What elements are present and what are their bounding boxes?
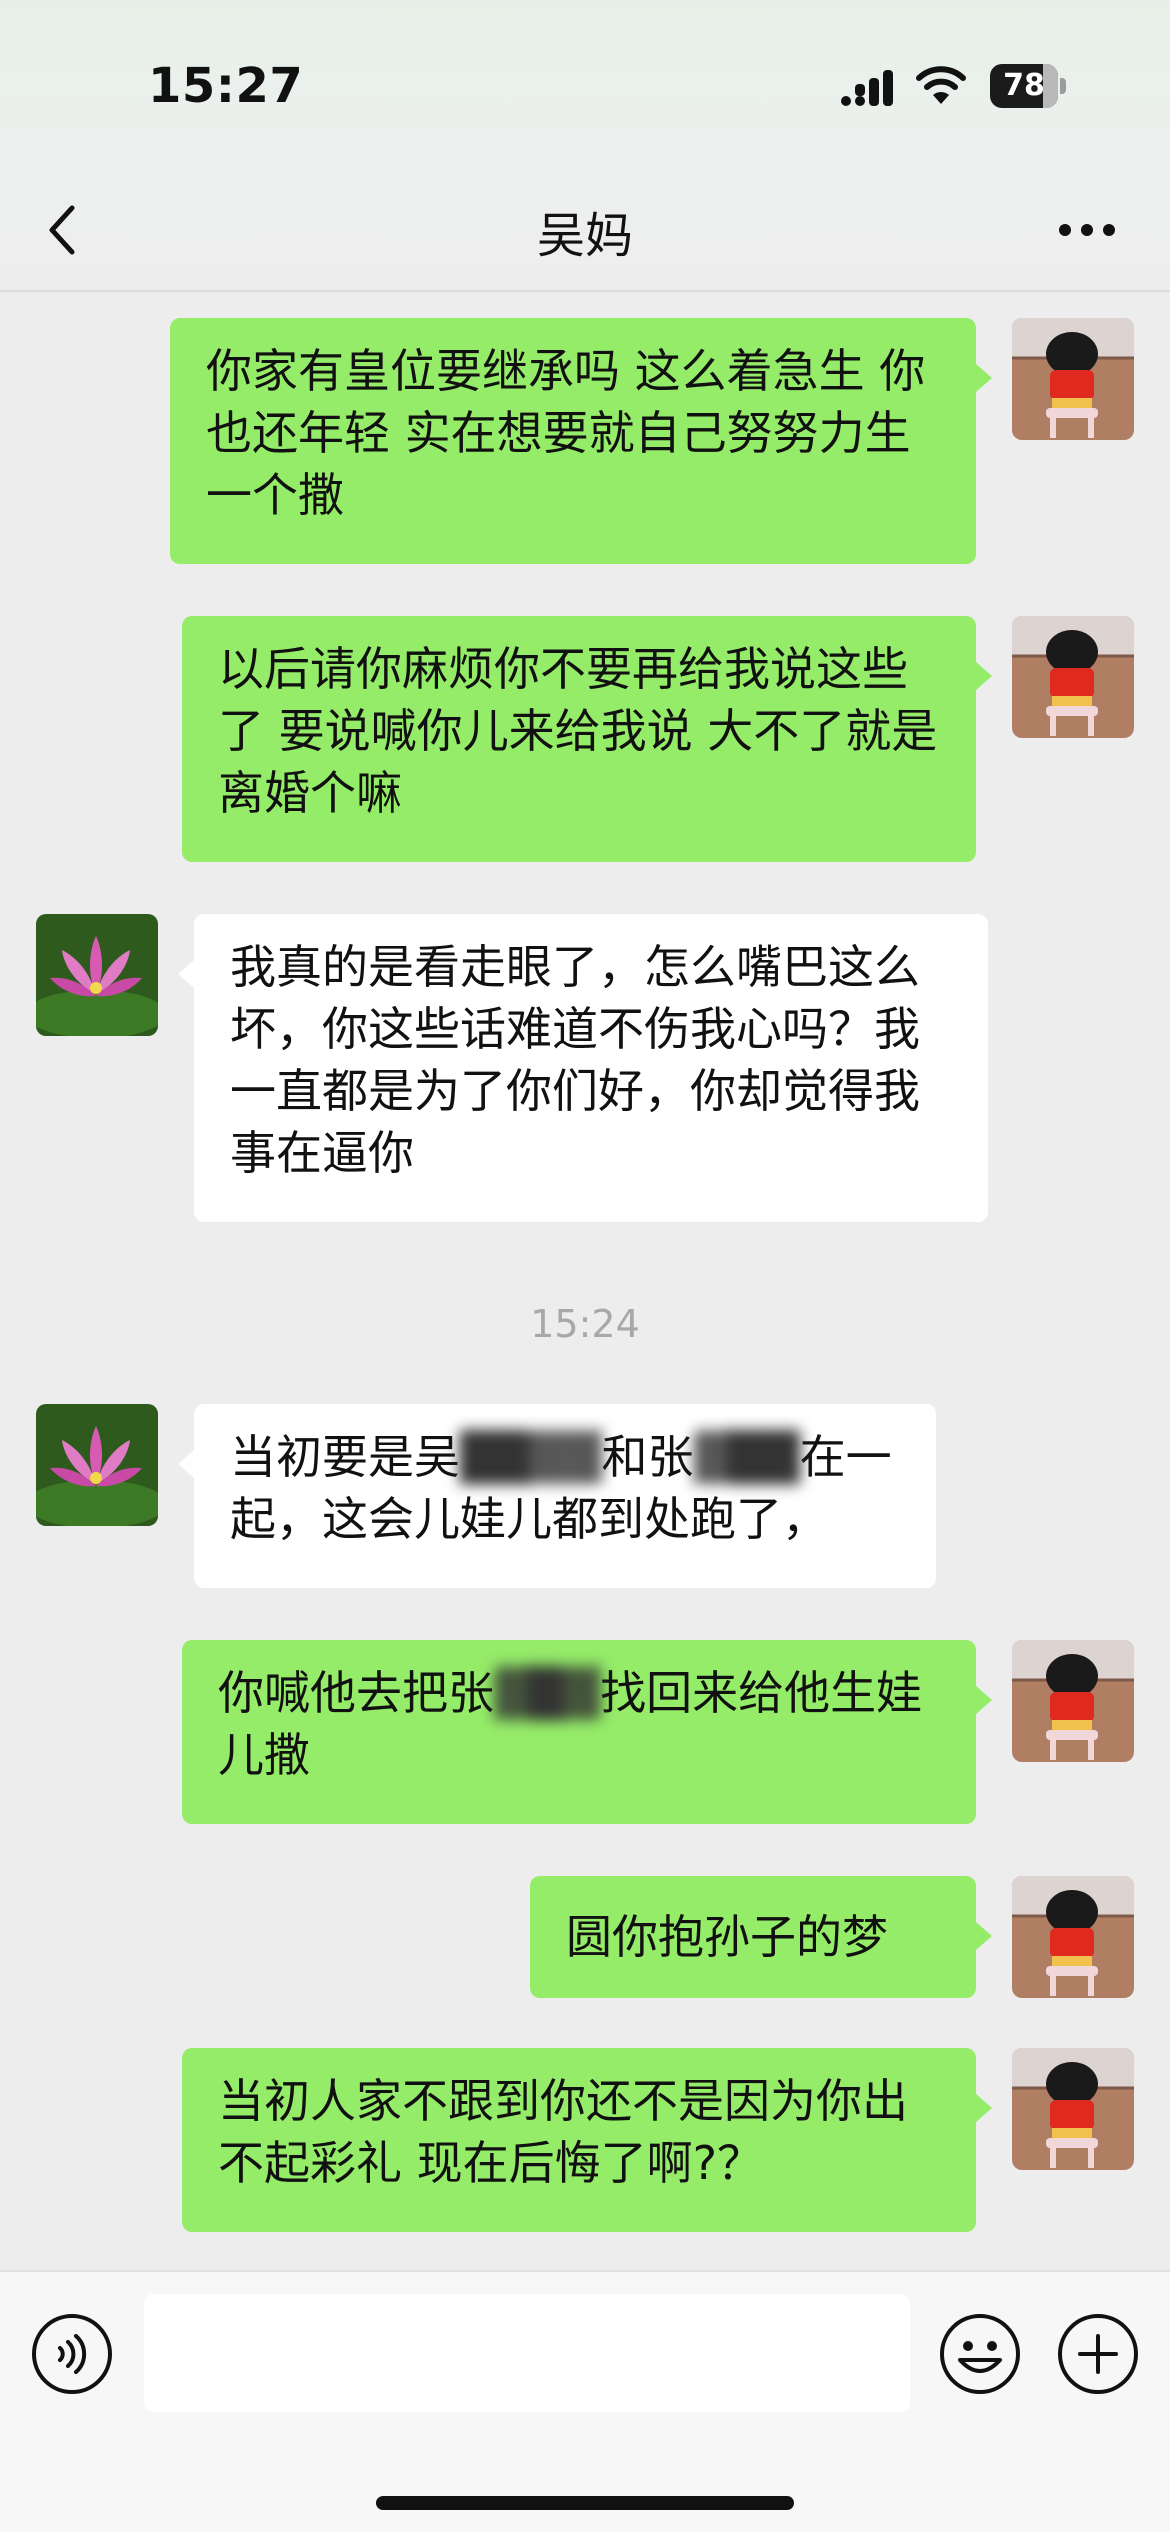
message-text-part: 当初要是吴 xyxy=(230,1430,460,1484)
ellipsis-icon[interactable] xyxy=(1055,218,1119,242)
redacted-name: ▓██ xyxy=(693,1430,800,1484)
contact-avatar[interactable] xyxy=(36,1404,158,1526)
battery-icon: 78 xyxy=(990,64,1068,108)
status-time: 15:27 xyxy=(148,58,304,114)
emoji-icon[interactable] xyxy=(938,2312,1022,2396)
message-text-part: 你喊他去把张 xyxy=(218,1666,494,1720)
self-avatar[interactable] xyxy=(1012,1640,1134,1762)
message-text: 圆你抱孙子的梦 xyxy=(566,1910,888,1964)
cellular-signal-icon xyxy=(841,70,893,106)
battery-nub xyxy=(1060,78,1066,94)
wifi-icon xyxy=(916,66,966,104)
received-message-bubble[interactable]: 当初要是吴██▓▓和张▓██在一起，这会儿娃儿都到处跑了， xyxy=(178,1404,936,1588)
contact-avatar[interactable] xyxy=(36,914,158,1036)
input-bar xyxy=(0,2270,1170,2532)
self-avatar[interactable] xyxy=(1012,318,1134,440)
status-bar: 15:27 78 xyxy=(0,0,1170,170)
chat-title: 吴妈 xyxy=(536,208,633,264)
message-text: 我真的是看走眼了，怎么嘴巴这么坏，你这些话难道不伤我心吗？我一直都是为了你们好，… xyxy=(230,940,920,1180)
sent-message-bubble[interactable]: 当初人家不跟到你还不是因为你出不起彩礼 现在后悔了啊?？ xyxy=(182,2048,992,2232)
message-input[interactable] xyxy=(144,2294,910,2412)
message-text: 你家有皇位要继承吗 这么着急生 你也还年轻 实在想要就自己努努力生一个撒 xyxy=(206,344,926,522)
sent-message-bubble[interactable]: 圆你抱孙子的梦 xyxy=(530,1876,992,1998)
redacted-name: ▓█▓ xyxy=(494,1666,601,1720)
nav-bar: 吴妈 xyxy=(0,170,1170,290)
message-text-part: 和张 xyxy=(601,1430,694,1484)
plus-icon[interactable] xyxy=(1056,2312,1140,2396)
sent-message-bubble[interactable]: 你喊他去把张▓█▓找回来给他生娃儿撒 xyxy=(182,1640,992,1824)
timestamp-divider: 15:24 xyxy=(530,1302,640,1346)
received-message-bubble[interactable]: 我真的是看走眼了，怎么嘴巴这么坏，你这些话难道不伤我心吗？我一直都是为了你们好，… xyxy=(178,914,988,1222)
battery-level: 78 xyxy=(1003,68,1045,103)
chat-area[interactable]: 你家有皇位要继承吗 这么着急生 你也还年轻 实在想要就自己努努力生一个撒 以后请… xyxy=(0,292,1170,2270)
message-text: 以后请你麻烦你不要再给我说这些了 要说喊你儿来给我说 大不了就是离婚个嘛 xyxy=(218,642,938,820)
self-avatar[interactable] xyxy=(1012,2048,1134,2170)
message-text: 当初人家不跟到你还不是因为你出不起彩礼 现在后悔了啊?？ xyxy=(218,2074,908,2190)
voice-icon[interactable] xyxy=(30,2312,114,2396)
self-avatar[interactable] xyxy=(1012,616,1134,738)
redacted-name: ██▓▓ xyxy=(460,1430,602,1484)
sent-message-bubble[interactable]: 以后请你麻烦你不要再给我说这些了 要说喊你儿来给我说 大不了就是离婚个嘛 xyxy=(182,616,992,862)
home-indicator[interactable] xyxy=(376,2496,794,2510)
self-avatar[interactable] xyxy=(1012,1876,1134,1998)
top-bar: 15:27 78 吴妈 xyxy=(0,0,1170,290)
sent-message-bubble[interactable]: 你家有皇位要继承吗 这么着急生 你也还年轻 实在想要就自己努努力生一个撒 xyxy=(170,318,992,564)
